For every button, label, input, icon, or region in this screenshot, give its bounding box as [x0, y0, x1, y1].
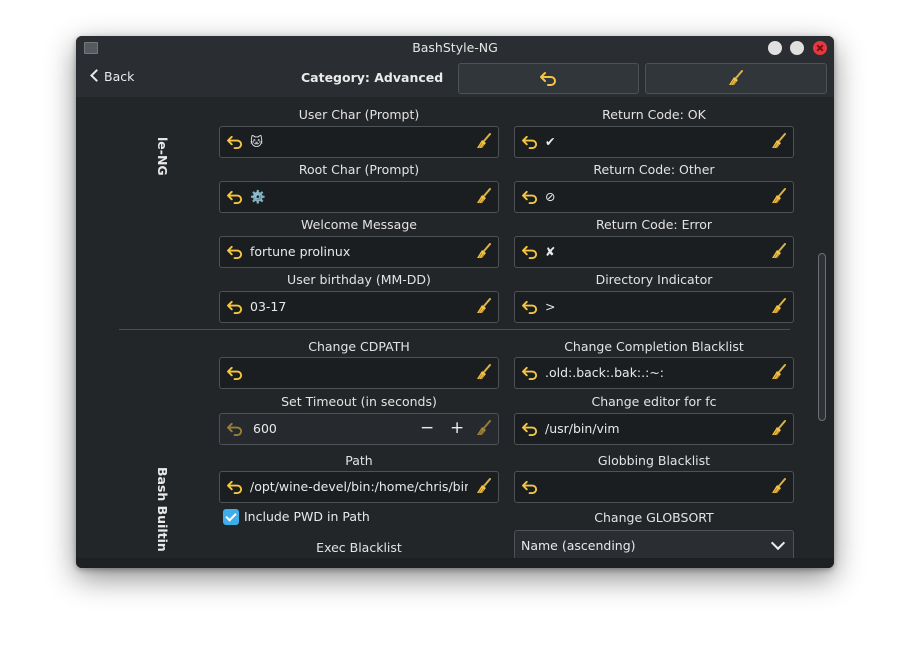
user-char-field[interactable]: 🐱 — [219, 126, 499, 158]
undo-icon[interactable] — [522, 244, 539, 262]
completion-blacklist-label: Change Completion Blacklist — [564, 339, 744, 354]
undo-icon[interactable] — [227, 189, 244, 207]
path-value[interactable]: /opt/wine-devel/bin:/home/chris/bin:/h — [250, 479, 468, 494]
return-code-error-value[interactable]: ✘ — [545, 244, 763, 259]
back-label: Back — [104, 69, 135, 84]
return-code-error-label: Return Code: Error — [595, 217, 713, 232]
welcome-message-value[interactable]: fortune prolinux — [250, 244, 468, 259]
broom-icon[interactable] — [771, 133, 787, 152]
chevron-down-icon — [770, 535, 786, 551]
timeout-spinbox[interactable]: 600 − + — [219, 413, 499, 445]
toolbar: Back Category: Advanced — [76, 59, 834, 97]
clear-all-button[interactable] — [645, 63, 827, 94]
welcome-message-label: Welcome Message — [301, 217, 417, 232]
broom-icon[interactable] — [476, 364, 492, 383]
undo-icon[interactable] — [522, 189, 539, 207]
cdpath-label: Change CDPATH — [308, 339, 410, 354]
broom-icon[interactable] — [771, 478, 787, 497]
directory-indicator-value[interactable]: > — [545, 299, 763, 314]
undo-icon[interactable] — [522, 134, 539, 152]
return-code-ok-label: Return Code: OK — [602, 107, 706, 122]
close-button[interactable] — [813, 41, 827, 55]
window-title: BashStyle-NG — [412, 40, 498, 55]
user-birthday-label: User birthday (MM-DD) — [287, 272, 431, 287]
user-birthday-value[interactable]: 03-17 — [250, 299, 468, 314]
page-title: Category: Advanced — [301, 70, 444, 85]
broom-icon[interactable] — [476, 188, 492, 207]
section-divider — [119, 329, 790, 330]
root-char-field[interactable]: ⚙️ — [219, 181, 499, 213]
section-label-top: le-NG — [155, 137, 170, 176]
completion-blacklist-value[interactable]: .old:.back:.bak:.:~: — [545, 365, 763, 380]
undo-icon[interactable] — [227, 134, 244, 152]
broom-icon — [728, 70, 744, 89]
broom-icon[interactable] — [476, 243, 492, 262]
settings-content: le-NG Bash Builtin User Char (Prompt) 🐱 Re… — [80, 97, 830, 558]
globsort-value: Name (ascending) — [521, 538, 636, 553]
undo-icon[interactable] — [522, 479, 539, 497]
undo-icon[interactable] — [522, 421, 539, 439]
broom-icon[interactable] — [771, 188, 787, 207]
return-code-other-label: Return Code: Other — [593, 162, 715, 177]
bottom-edge — [76, 558, 834, 568]
completion-blacklist-field[interactable]: .old:.back:.bak:.:~: — [514, 357, 794, 389]
root-char-label: Root Char (Prompt) — [298, 162, 420, 177]
undo-icon[interactable] — [227, 421, 244, 439]
return-code-other-value[interactable]: ⊘ — [545, 189, 763, 204]
undo-all-button[interactable] — [458, 63, 639, 94]
undo-icon — [539, 70, 558, 89]
user-char-label: User Char (Prompt) — [298, 107, 420, 122]
include-pwd-label[interactable]: Include PWD in Path — [244, 509, 370, 524]
path-label: Path — [345, 453, 373, 468]
vertical-scrollbar[interactable] — [818, 253, 826, 421]
app-window: BashStyle-NG Back Category: Advanced le-… — [76, 36, 834, 568]
undo-icon[interactable] — [227, 479, 244, 497]
undo-icon[interactable] — [227, 299, 244, 317]
broom-icon[interactable] — [476, 133, 492, 152]
minimize-button[interactable] — [768, 41, 782, 55]
editor-label: Change editor for fc — [591, 394, 717, 409]
directory-indicator-field[interactable]: > — [514, 291, 794, 323]
back-button[interactable]: Back — [90, 69, 135, 84]
globsort-select[interactable]: Name (ascending) — [514, 530, 794, 558]
directory-indicator-label: Directory Indicator — [595, 272, 713, 287]
cdpath-field[interactable] — [219, 357, 499, 389]
increment-button[interactable]: + — [450, 418, 464, 438]
undo-icon[interactable] — [227, 244, 244, 262]
broom-icon[interactable] — [771, 298, 787, 317]
user-char-value[interactable]: 🐱 — [250, 134, 468, 149]
globsort-label: Change GLOBSORT — [594, 510, 714, 525]
title-bar: BashStyle-NG — [76, 36, 834, 59]
decrement-button[interactable]: − — [420, 418, 434, 438]
broom-icon[interactable] — [771, 243, 787, 262]
return-code-ok-field[interactable]: ✔ — [514, 126, 794, 158]
include-pwd-checkbox[interactable] — [223, 509, 239, 525]
editor-value[interactable]: /usr/bin/vim — [545, 421, 763, 436]
timeout-value[interactable]: 600 — [253, 421, 471, 436]
return-code-other-field[interactable]: ⊘ — [514, 181, 794, 213]
return-code-error-field[interactable]: ✘ — [514, 236, 794, 268]
welcome-message-field[interactable]: fortune prolinux — [219, 236, 499, 268]
path-field[interactable]: /opt/wine-devel/bin:/home/chris/bin:/h — [219, 471, 499, 503]
globbing-blacklist-label: Globbing Blacklist — [597, 453, 711, 468]
user-birthday-field[interactable]: 03-17 — [219, 291, 499, 323]
maximize-button[interactable] — [790, 41, 804, 55]
timeout-label: Set Timeout (in seconds) — [281, 394, 437, 409]
return-code-ok-value[interactable]: ✔ — [545, 134, 763, 149]
broom-icon[interactable] — [771, 364, 787, 383]
globbing-blacklist-field[interactable] — [514, 471, 794, 503]
broom-icon[interactable] — [771, 420, 787, 439]
root-char-value[interactable]: ⚙️ — [250, 189, 468, 205]
broom-icon[interactable] — [476, 298, 492, 317]
undo-icon[interactable] — [227, 365, 244, 383]
exec-blacklist-label: Exec Blacklist — [316, 540, 402, 555]
section-label-bash-builtin: Bash Builtin — [155, 467, 170, 552]
undo-icon[interactable] — [522, 299, 539, 317]
editor-field[interactable]: /usr/bin/vim — [514, 413, 794, 445]
broom-icon[interactable] — [476, 420, 492, 439]
broom-icon[interactable] — [476, 478, 492, 497]
undo-icon[interactable] — [522, 365, 539, 383]
chevron-left-icon — [90, 69, 103, 82]
